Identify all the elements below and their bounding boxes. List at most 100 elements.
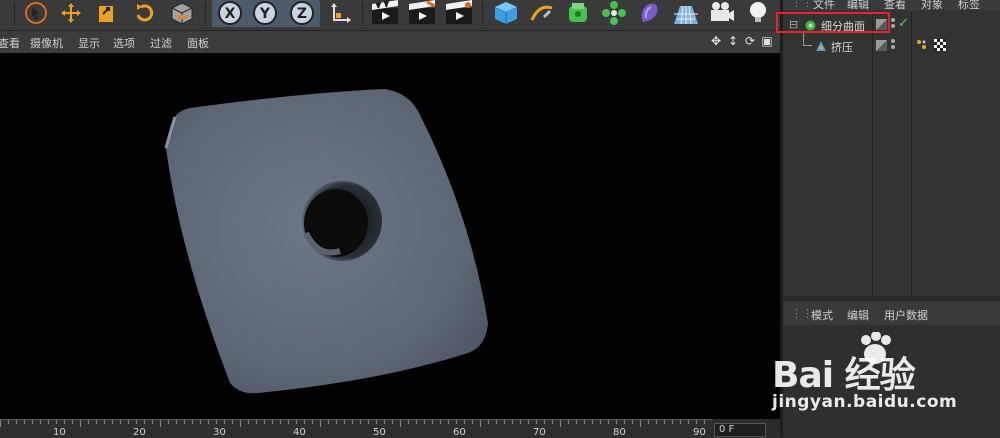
ruler-mark (696, 420, 697, 424)
coordinate-system-icon[interactable] (326, 0, 354, 26)
menu-panel[interactable]: 面板 (187, 35, 209, 51)
menu-file[interactable]: 文件 (813, 0, 835, 12)
ruler-mark (680, 420, 681, 424)
ruler-tick: 30 (213, 427, 226, 438)
ruler-mark (624, 420, 625, 424)
ruler-mark (88, 420, 89, 424)
svg-text:X: X (225, 6, 236, 22)
ruler-mark (536, 420, 537, 424)
cloner-icon[interactable] (600, 0, 628, 26)
menu-display[interactable]: 显示 (78, 35, 100, 51)
render-view-icon[interactable] (368, 0, 402, 26)
ruler-mark (8, 420, 9, 424)
layer-icon[interactable] (876, 40, 887, 51)
enabled-check-icon[interactable]: ✓ (898, 16, 909, 31)
maximize-view-icon[interactable]: ▣ (760, 34, 774, 48)
ruler-mark (256, 420, 257, 424)
current-frame-field[interactable]: 0 F (714, 423, 766, 437)
render-settings-icon[interactable] (442, 0, 476, 26)
ruler-tick: 70 (533, 427, 546, 438)
drag-grip-icon[interactable]: ⋮⋮ (791, 0, 813, 9)
menu-mode[interactable]: 模式 (811, 307, 833, 323)
ruler-mark (552, 420, 553, 424)
toolbar-separator (205, 2, 206, 26)
menu-view-objects[interactable]: 查看 (884, 0, 906, 12)
object-row-extrude[interactable]: 挤压 (783, 33, 1000, 55)
ruler-mark (664, 420, 665, 424)
tree-branch-line (803, 33, 812, 46)
viewport-menubar: 查看 摄像机 显示 选项 过滤 面板 ✥ ↕ ⟳ ▣ (0, 31, 780, 53)
render-visibility-dot[interactable] (891, 24, 895, 28)
rotate-tool-icon[interactable] (130, 0, 158, 26)
y-axis-lock-icon[interactable]: Y (251, 0, 279, 26)
pen-spline-icon[interactable] (528, 0, 556, 26)
menu-options[interactable]: 选项 (113, 35, 135, 51)
ruler-mark (40, 420, 41, 424)
subdivision-surface-tool-icon[interactable] (564, 0, 592, 26)
rotate-view-icon[interactable]: ⟳ (743, 34, 757, 48)
menu-edit-attributes[interactable]: 编辑 (847, 307, 869, 323)
ruler-mark (384, 420, 385, 424)
ruler-tick: 80 (613, 427, 626, 438)
light-icon[interactable] (744, 0, 772, 26)
ruler-mark (416, 420, 417, 424)
floor-environment-icon[interactable] (672, 0, 700, 26)
ruler-mark (392, 420, 393, 424)
ruler-mark (584, 420, 585, 424)
dolly-view-icon[interactable]: ↕ (726, 34, 740, 48)
cube-primitive-icon[interactable] (492, 0, 520, 26)
menu-cameras[interactable]: 摄像机 (30, 35, 63, 51)
ruler-mark (112, 420, 113, 424)
attribute-manager-menubar: ⋮⋮ 模式 编辑 用户数据 (783, 301, 1000, 325)
3d-viewport[interactable] (0, 53, 780, 419)
render-visibility-dot[interactable] (891, 45, 895, 49)
material-tag-icon[interactable] (934, 39, 946, 51)
viewport-navigation: ✥ ↕ ⟳ ▣ (709, 34, 774, 48)
menu-edit[interactable]: 编辑 (847, 0, 869, 12)
ruler-mark (464, 420, 465, 424)
ruler-mark (168, 420, 169, 424)
ruler-mark (320, 420, 321, 427)
ruler-mark (456, 420, 457, 424)
ruler-mark (440, 420, 441, 424)
ruler-mark (408, 420, 409, 424)
ruler-mark (512, 420, 513, 424)
ruler-mark (224, 420, 225, 424)
object-mode-icon[interactable] (168, 0, 196, 26)
ruler-mark (296, 420, 297, 424)
toolbar-separator (14, 2, 15, 26)
menu-user-data[interactable]: 用户数据 (884, 307, 928, 323)
ruler-mark (200, 420, 201, 424)
menu-filter[interactable]: 过滤 (150, 35, 172, 51)
ruler-mark (496, 420, 497, 424)
menu-objects[interactable]: 对象 (921, 0, 943, 12)
ruler-tick: 20 (133, 427, 146, 438)
menu-tags[interactable]: 标签 (958, 0, 980, 12)
watermark-brand: Bai 经验 (772, 355, 916, 396)
editor-visibility-dot[interactable] (891, 39, 895, 43)
ruler-mark (376, 420, 377, 424)
timeline-ruler[interactable]: 10 20 30 40 50 60 70 80 90 (0, 419, 712, 438)
ruler-mark (544, 420, 545, 424)
ruler-mark (64, 420, 65, 424)
deformer-icon[interactable] (636, 0, 664, 26)
pan-view-icon[interactable]: ✥ (709, 34, 723, 48)
z-axis-lock-icon[interactable]: Z (288, 0, 316, 26)
render-to-picture-viewer-icon[interactable] (405, 0, 439, 26)
object-name[interactable]: 挤压 (831, 39, 853, 55)
ruler-mark (504, 420, 505, 424)
camera-icon[interactable] (708, 0, 736, 26)
baidu-jingyan-watermark: Bai 经验 jingyan.baidu.com (772, 332, 992, 422)
move-tool-icon[interactable] (57, 0, 85, 26)
editor-visibility-dot[interactable] (891, 18, 895, 22)
ruler-mark (240, 420, 241, 427)
ruler-mark (136, 420, 137, 424)
menu-view[interactable]: 查看 (0, 35, 20, 51)
select-tool-icon[interactable] (22, 0, 50, 26)
scale-tool-icon[interactable] (92, 0, 120, 26)
ruler-mark (328, 420, 329, 424)
x-axis-lock-icon[interactable]: X (216, 0, 244, 26)
selection-highlight-box (776, 12, 890, 33)
phong-tag-icon[interactable] (916, 39, 928, 54)
drag-grip-icon[interactable]: ⋮⋮ (791, 307, 813, 320)
